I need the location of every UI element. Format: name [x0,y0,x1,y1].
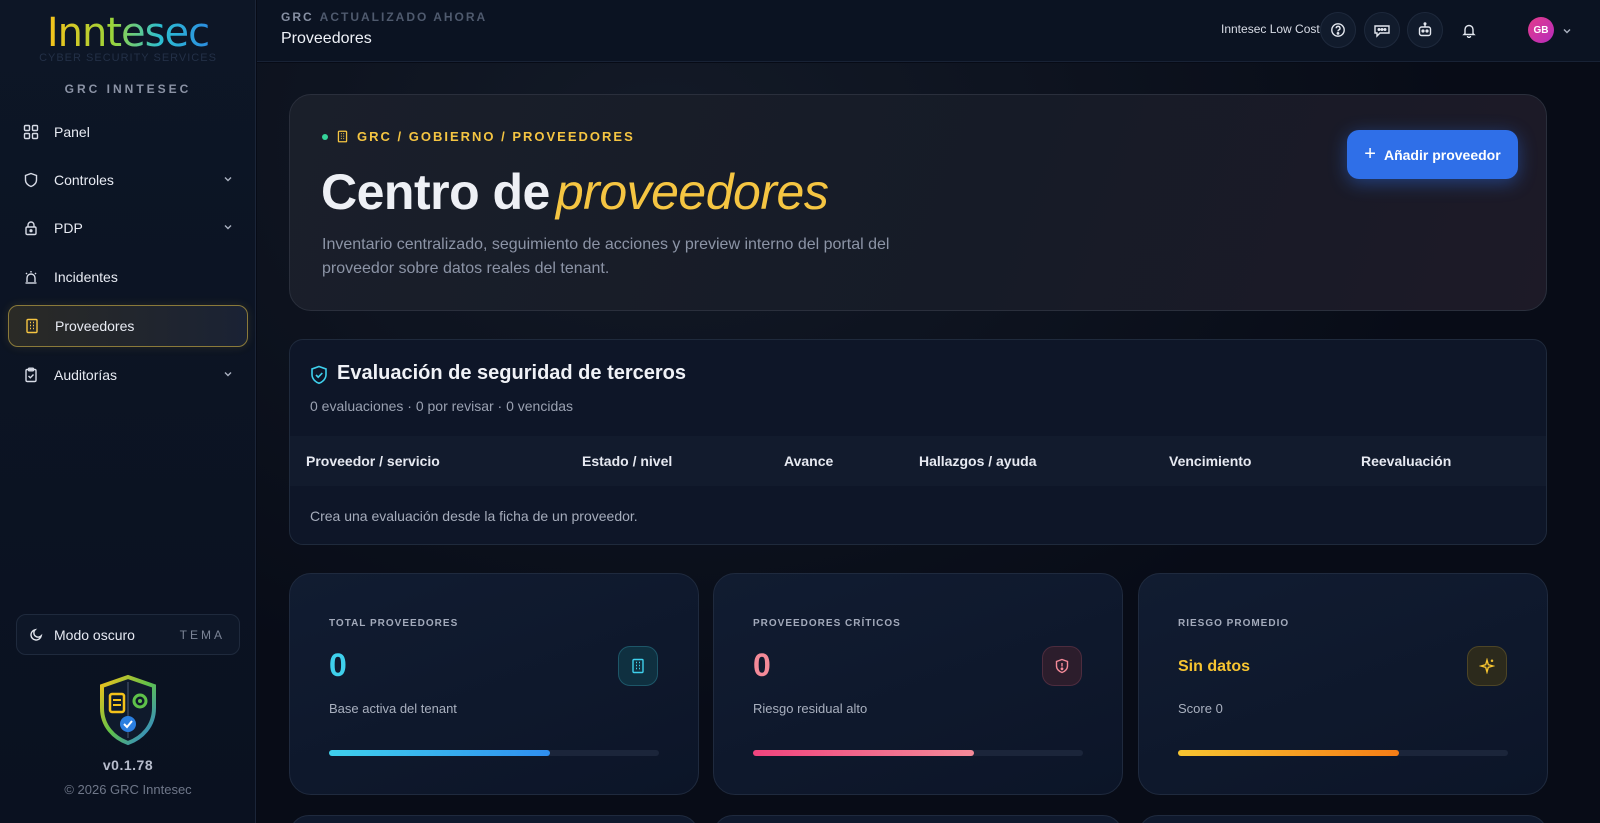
stat-label: TOTAL PROVEEDORES [329,618,459,629]
help-button[interactable] [1320,12,1356,48]
stat-card-total-providers: TOTAL PROVEEDORES 0 Base activa del tena… [289,573,699,795]
logo-subtitle: CYBER SECURITY SERVICES [39,52,217,64]
brand-name: GRC INNTESEC [64,82,192,96]
stat-note: Base activa del tenant [329,701,457,716]
stat-progress-fill [753,750,975,756]
building-icon [23,317,41,335]
column-header[interactable]: Avance [784,453,833,469]
hero-breadcrumb-text: GRC / GOBIERNO / PROVEEDORES [357,129,635,144]
hero-title-accent: proveedores [555,164,829,220]
empty-state-message: Crea una evaluación desde la ficha de un… [310,508,638,524]
bell-icon [1461,22,1477,38]
sidebar-item-label: Panel [54,124,90,140]
column-header[interactable]: Estado / nivel [582,453,672,469]
stat-card-average-risk: RIESGO PROMEDIO Sin datos Score 0 [1138,573,1548,795]
header-breadcrumb: GRC ACTUALIZADO AHORA [281,10,487,24]
sidebar: Inntesec CYBER SECURITY SERVICES GRC INN… [0,0,256,823]
building-icon [336,130,349,143]
chevron-down-icon [222,367,234,383]
card-stub [289,815,699,823]
top-header: GRC ACTUALIZADO AHORA Proveedores Inntese… [257,0,1600,62]
table-header: Proveedor / servicio Estado / nivel Avan… [290,436,1546,486]
theme-toggle[interactable]: Modo oscuro TEMA [16,614,240,655]
organization-name[interactable]: Inntesec Low Cost [1221,22,1320,36]
stat-label: PROVEEDORES CRÍTICOS [753,618,901,629]
sidebar-item-label: Proveedores [55,318,135,334]
card-stub [713,815,1123,823]
feedback-icon [1373,22,1391,38]
stat-progress-bar [753,750,1083,756]
column-header[interactable]: Proveedor / servicio [306,453,440,469]
chevron-down-icon [222,220,234,236]
stat-progress-bar [1178,750,1508,756]
hero-title: Centro de proveedores [321,163,829,221]
shield-check-icon [310,365,328,390]
status-dot [322,133,328,140]
evaluation-title: Evaluación de seguridad de terceros [337,362,687,384]
sidebar-item-incidentes[interactable]: Incidentes [8,256,248,298]
hero-title-main: Centro de [321,164,550,220]
sidebar-item-proveedores[interactable]: Proveedores [8,305,248,347]
evaluation-summary: 0 evaluaciones · 0 por revisar · 0 venci… [310,398,574,414]
sidebar-item-label: Controles [54,172,114,188]
sidebar-item-controles[interactable]: Controles [8,159,248,201]
sidebar-item-panel[interactable]: Panel [8,111,248,153]
stat-note: Riesgo residual alto [753,701,868,716]
copyright: © 2026 GRC Inntesec [64,782,192,797]
sidebar-item-pdp[interactable]: PDP [8,207,248,249]
security-evaluation-panel: Evaluación de seguridad de terceros 0 ev… [289,339,1547,545]
update-status: ACTUALIZADO AHORA [319,10,488,24]
sidebar-item-auditorias[interactable]: Auditorías [8,354,248,396]
sidebar-item-label: PDP [54,220,83,236]
stat-progress-bar [329,750,659,756]
moon-icon [29,627,44,642]
sidebar-item-label: Auditorías [54,367,118,383]
chevron-down-icon[interactable] [1561,24,1573,42]
plus-icon: + [1364,143,1376,165]
stat-card-critical-providers: PROVEEDORES CRÍTICOS 0 Riesgo residual a… [713,573,1123,795]
add-provider-label: Añadir proveedor [1383,146,1501,163]
bot-icon [1417,22,1433,38]
help-icon [1330,22,1346,38]
shield-logo-icon [96,674,160,751]
main-content: GRC / GOBIERNO / PROVEEDORES Centro de pr… [257,63,1600,823]
add-provider-button[interactable]: + Añadir proveedor [1347,130,1518,179]
header-crumb-root[interactable]: GRC [281,10,314,24]
assistant-button[interactable] [1407,12,1443,48]
app-version: v0.1.78 [102,757,154,773]
sparkles-icon [1467,646,1507,686]
logo[interactable]: Inntesec [0,10,256,56]
column-header[interactable]: Hallazgos / ayuda [919,453,1036,469]
stat-progress-fill [1178,750,1400,756]
chevron-down-icon [222,172,234,188]
shield-alert-icon [1042,646,1082,686]
theme-label: Modo oscuro [54,626,135,643]
stat-progress-fill [329,750,551,756]
stat-value: Sin datos [1178,658,1251,675]
column-header[interactable]: Reevaluación [1361,453,1451,469]
page-title: Proveedores [281,30,372,47]
building-icon [618,646,658,686]
hero-breadcrumb: GRC / GOBIERNO / PROVEEDORES [322,129,635,144]
shield-icon [22,171,40,189]
grid-icon [22,123,40,141]
theme-tag: TEMA [179,627,225,642]
lock-icon [22,219,40,237]
stat-value: 0 [753,647,771,683]
hero-description: Inventario centralizado, seguimiento de … [322,236,890,277]
column-header[interactable]: Vencimiento [1169,453,1251,469]
hero-panel: GRC / GOBIERNO / PROVEEDORES Centro de pr… [289,94,1547,311]
user-avatar[interactable]: GB [1528,17,1554,43]
clipboard-check-icon [22,366,40,384]
feedback-button[interactable] [1364,12,1400,48]
sidebar-item-label: Incidentes [54,269,118,285]
siren-icon [22,268,40,286]
notifications-button[interactable] [1451,12,1487,48]
stat-label: RIESGO PROMEDIO [1178,618,1290,629]
stat-value: 0 [329,647,347,683]
card-stub [1138,815,1548,823]
logo-text: Inntesec [46,10,210,56]
stat-note: Score 0 [1178,701,1223,716]
